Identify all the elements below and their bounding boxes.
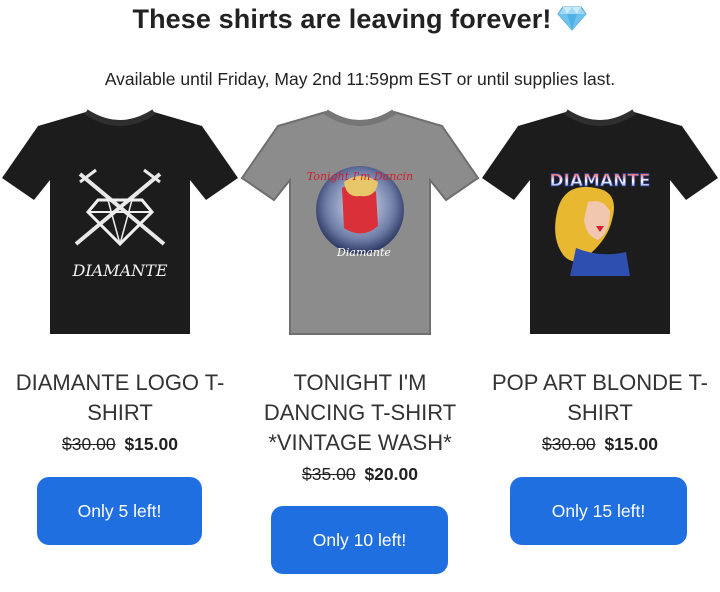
shirt-top-text: Tonight I'm Dancin <box>307 170 413 183</box>
product-title[interactable]: TONIGHT I'M DANCING T-SHIRT *VINTAGE WAS… <box>240 368 480 458</box>
product-card: Tonight I'm Dancin Diamante TONIGHT I'M … <box>240 0 480 592</box>
product-card: DIAMANTE DIAMANTE LOGO T-SHIRT $30.00 $1… <box>0 0 240 592</box>
product-price: $30.00 $15.00 <box>480 434 720 455</box>
stock-button[interactable]: Only 15 left! <box>510 477 687 545</box>
stock-button[interactable]: Only 5 left! <box>37 477 202 545</box>
shirt-bottom-text: Diamante <box>336 246 391 259</box>
product-image[interactable]: Tonight I'm Dancin Diamante <box>240 108 480 340</box>
original-price: $30.00 <box>62 434 116 454</box>
shirt-logo-text: DIAMANTE <box>72 261 168 280</box>
original-price: $35.00 <box>302 464 356 484</box>
product-price: $35.00 $20.00 <box>240 464 480 485</box>
product-title[interactable]: POP ART BLONDE T-SHIRT <box>480 368 720 428</box>
sale-price: $20.00 <box>364 464 418 484</box>
product-price: $30.00 $15.00 <box>0 434 240 455</box>
sale-price: $15.00 <box>604 434 658 454</box>
original-price: $30.00 <box>542 434 596 454</box>
product-card: DIAMANTE POP ART BLONDE T-SHIRT $30.00 $… <box>480 0 720 592</box>
product-image[interactable]: DIAMANTE <box>0 108 240 340</box>
shirt-logo-text: DIAMANTE <box>549 171 650 191</box>
stock-button[interactable]: Only 10 left! <box>271 506 448 574</box>
product-image[interactable]: DIAMANTE <box>480 108 720 340</box>
sale-price: $15.00 <box>124 434 178 454</box>
product-title[interactable]: DIAMANTE LOGO T-SHIRT <box>0 368 240 428</box>
